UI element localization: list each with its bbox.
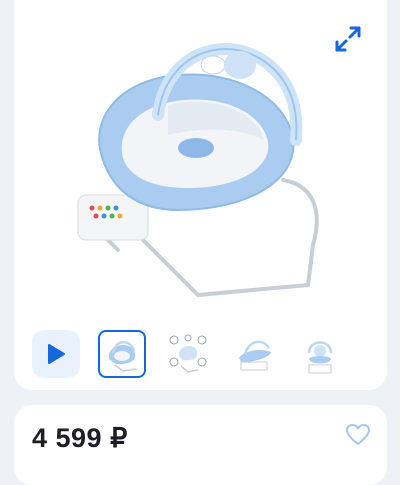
product-gallery [14,0,387,390]
favorite-button[interactable] [345,423,371,447]
price-card: 4 599 ₽ [14,405,387,485]
bouncer-hanging-toys-view-thumbnail [307,341,333,374]
bouncer-side-view-thumbnail [239,340,271,371]
play-icon [48,344,65,364]
product-price: 4 599 ₽ [32,423,128,453]
bouncer-front-view-thumbnail [108,341,137,372]
bouncer-features-diagram-thumbnail [169,334,207,373]
thumbnail-2[interactable] [164,330,212,378]
heart-outline-icon [346,424,370,445]
thumbnail-strip [32,330,372,380]
video-play-button[interactable] [32,330,80,378]
main-product-image[interactable] [58,20,348,305]
thumbnail-1[interactable] [98,330,146,378]
thumbnail-4[interactable] [296,330,344,378]
thumbnail-3[interactable] [230,330,278,378]
